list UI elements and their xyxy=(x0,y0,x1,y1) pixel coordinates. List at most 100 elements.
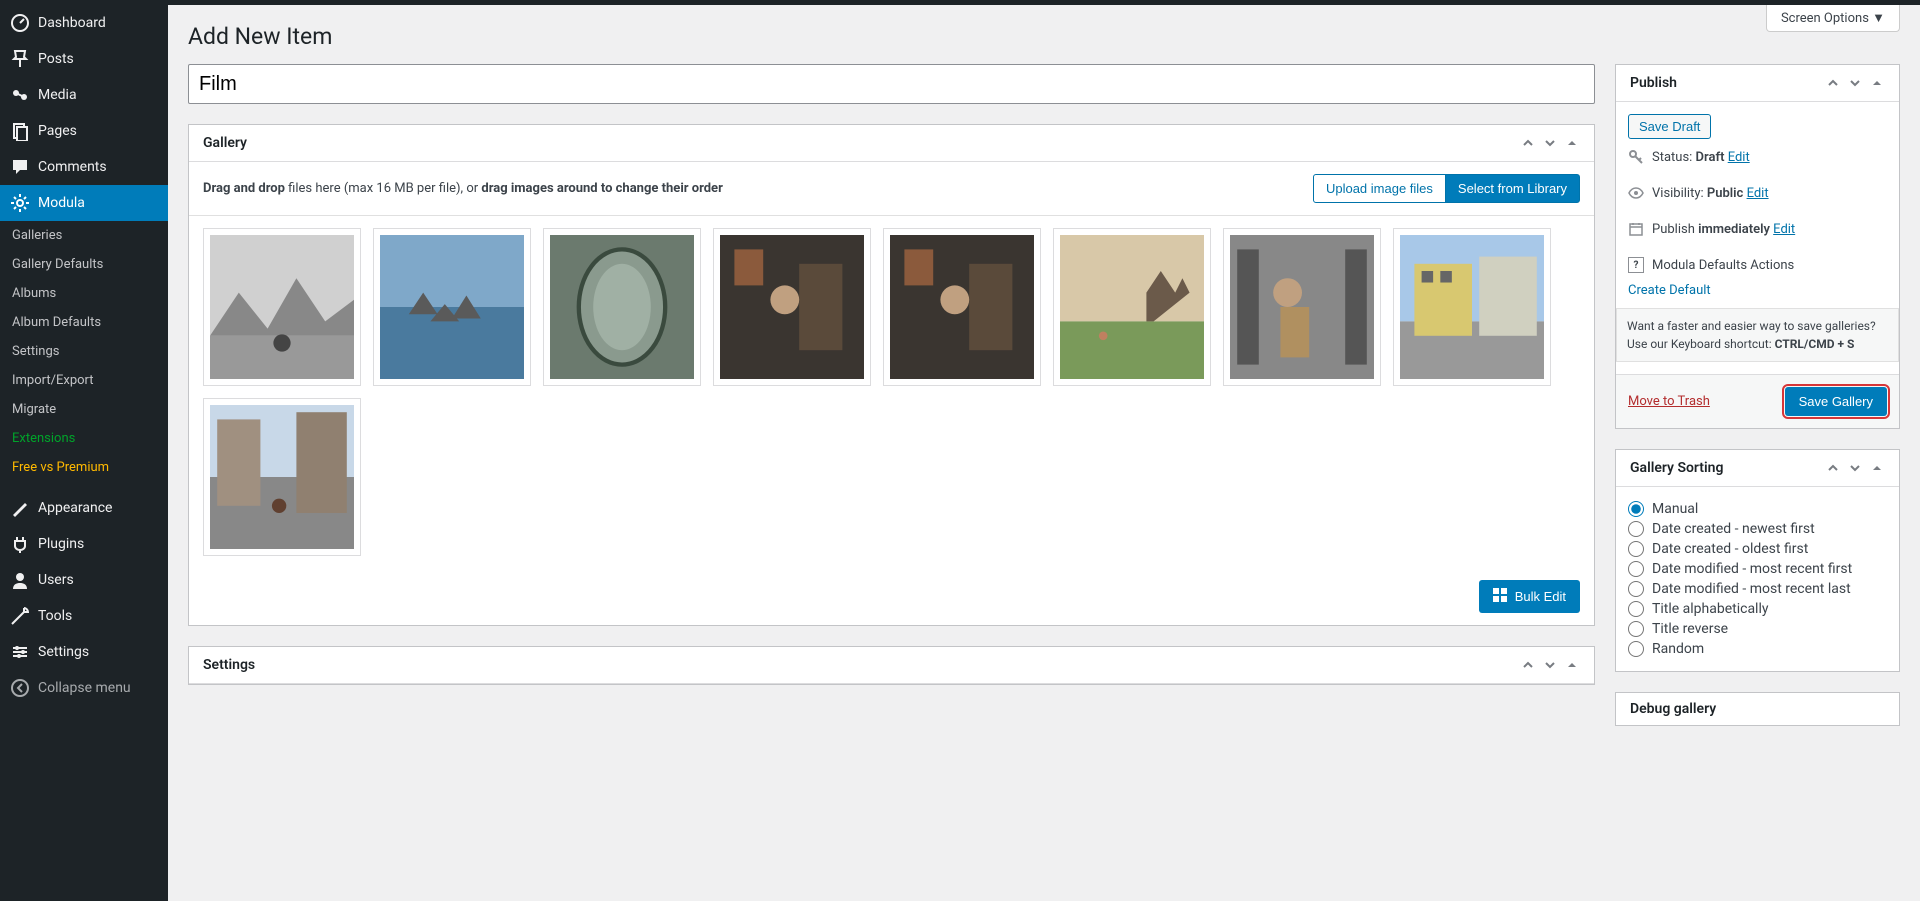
sort-option[interactable]: Random xyxy=(1628,639,1887,659)
caret-up-icon[interactable] xyxy=(1564,135,1580,151)
sidebar-sub-premium[interactable]: Free vs Premium xyxy=(0,453,168,482)
sidebar-label: Posts xyxy=(38,51,74,67)
sidebar-sub-settings[interactable]: Settings xyxy=(0,337,168,366)
sidebar-item-users[interactable]: Users xyxy=(0,562,168,598)
sidebar-label: Pages xyxy=(38,123,77,139)
select-library-button[interactable]: Select from Library xyxy=(1445,174,1580,203)
bulk-edit-label: Bulk Edit xyxy=(1515,589,1566,604)
gallery-image[interactable] xyxy=(543,228,701,386)
hint-bold-2: drag images around to change their order xyxy=(481,181,722,196)
hint-bold-1: Drag and drop xyxy=(203,181,285,196)
caret-up-icon[interactable] xyxy=(1869,75,1885,91)
bulk-edit-button[interactable]: Bulk Edit xyxy=(1479,580,1580,613)
sidebar-sub-galleries[interactable]: Galleries xyxy=(0,221,168,250)
chevron-down-icon[interactable] xyxy=(1542,657,1558,673)
sidebar-label: Comments xyxy=(38,159,107,175)
plug-icon xyxy=(10,534,30,554)
gallery-image[interactable] xyxy=(713,228,871,386)
upload-button[interactable]: Upload image files xyxy=(1313,174,1446,203)
create-default-link[interactable]: Create Default xyxy=(1628,283,1887,298)
status-value: Draft xyxy=(1696,150,1725,165)
sort-option[interactable]: Date created - newest first xyxy=(1628,519,1887,539)
sort-option[interactable]: Date modified - most recent last xyxy=(1628,579,1887,599)
sidebar-item-media[interactable]: Media xyxy=(0,77,168,113)
brush-icon xyxy=(10,498,30,518)
gallery-image[interactable] xyxy=(1393,228,1551,386)
gallery-panel-title: Gallery xyxy=(203,135,247,151)
edit-status-link[interactable]: Edit xyxy=(1728,150,1750,165)
save-draft-button[interactable]: Save Draft xyxy=(1628,114,1711,139)
sort-label: Title reverse xyxy=(1652,621,1728,637)
title-input[interactable] xyxy=(188,64,1595,104)
sidebar-item-collapse[interactable]: Collapse menu xyxy=(0,670,168,706)
page-title: Add New Item xyxy=(188,23,1900,50)
sidebar-label: Media xyxy=(38,87,77,103)
wrench-icon xyxy=(10,606,30,626)
sidebar-item-settings[interactable]: Settings xyxy=(0,634,168,670)
sort-option[interactable]: Date created - oldest first xyxy=(1628,539,1887,559)
sidebar-sub-import-export[interactable]: Import/Export xyxy=(0,366,168,395)
sort-label: Date modified - most recent last xyxy=(1652,581,1851,597)
chevron-down-icon[interactable] xyxy=(1847,460,1863,476)
publish-value: immediately xyxy=(1698,222,1770,237)
sort-label: Title alphabetically xyxy=(1652,601,1769,617)
sidebar-item-modula[interactable]: Modula xyxy=(0,185,168,221)
caret-up-icon[interactable] xyxy=(1564,657,1580,673)
gallery-panel: Gallery Drag and drop files here (max 16… xyxy=(188,124,1595,626)
sidebar-label: Settings xyxy=(38,644,89,660)
gallery-image[interactable] xyxy=(373,228,531,386)
publish-panel: Publish Save Draft Status: Draft Edit xyxy=(1615,64,1900,429)
chevron-down-icon[interactable] xyxy=(1847,75,1863,91)
sidebar-label: Dashboard xyxy=(38,15,106,31)
gallery-image[interactable] xyxy=(203,228,361,386)
media-icon xyxy=(10,85,30,105)
sidebar-label: Modula xyxy=(38,195,85,211)
collapse-icon xyxy=(10,678,30,698)
sidebar-item-comments[interactable]: Comments xyxy=(0,149,168,185)
move-to-trash-link[interactable]: Move to Trash xyxy=(1628,394,1710,409)
sidebar-item-appearance[interactable]: Appearance xyxy=(0,490,168,526)
gallery-image[interactable] xyxy=(1223,228,1381,386)
sidebar-item-tools[interactable]: Tools xyxy=(0,598,168,634)
sidebar-sub-album-defaults[interactable]: Album Defaults xyxy=(0,308,168,337)
sidebar-sub-gallery-defaults[interactable]: Gallery Defaults xyxy=(0,250,168,279)
dashboard-icon xyxy=(10,13,30,33)
grid-icon xyxy=(1493,588,1507,605)
debug-panel-header[interactable]: Debug gallery xyxy=(1615,692,1900,726)
sidebar-item-pages[interactable]: Pages xyxy=(0,113,168,149)
sidebar-sub-albums[interactable]: Albums xyxy=(0,279,168,308)
gallery-image[interactable] xyxy=(203,398,361,556)
gallery-image[interactable] xyxy=(883,228,1041,386)
edit-visibility-link[interactable]: Edit xyxy=(1747,186,1769,201)
sidebar-sub-migrate[interactable]: Migrate xyxy=(0,395,168,424)
screen-options-button[interactable]: Screen Options ▼ xyxy=(1766,5,1900,32)
chevron-up-icon[interactable] xyxy=(1825,75,1841,91)
gallery-image[interactable] xyxy=(1053,228,1211,386)
hint-text: files here (max 16 MB per file), or xyxy=(285,181,481,196)
defaults-label: Modula Defaults Actions xyxy=(1652,258,1794,273)
chevron-down-icon[interactable] xyxy=(1542,135,1558,151)
user-icon xyxy=(10,570,30,590)
sidebar-item-posts[interactable]: Posts xyxy=(0,41,168,77)
caret-up-icon[interactable] xyxy=(1869,460,1885,476)
chevron-up-icon[interactable] xyxy=(1520,135,1536,151)
sidebar-label: Collapse menu xyxy=(38,680,131,696)
chevron-up-icon[interactable] xyxy=(1825,460,1841,476)
sort-option[interactable]: Title alphabetically xyxy=(1628,599,1887,619)
chevron-up-icon[interactable] xyxy=(1520,657,1536,673)
sort-option[interactable]: Manual xyxy=(1628,499,1887,519)
sidebar-label: Plugins xyxy=(38,536,84,552)
sidebar-label: Appearance xyxy=(38,500,112,516)
sort-label: Date created - oldest first xyxy=(1652,541,1808,557)
question-icon: ? xyxy=(1628,257,1644,273)
save-gallery-button[interactable]: Save Gallery xyxy=(1785,387,1887,416)
edit-date-link[interactable]: Edit xyxy=(1773,222,1795,237)
settings-panel-title: Settings xyxy=(203,657,255,673)
calendar-icon xyxy=(1628,221,1644,237)
sidebar-item-plugins[interactable]: Plugins xyxy=(0,526,168,562)
sidebar-sub-extensions[interactable]: Extensions xyxy=(0,424,168,453)
sort-option[interactable]: Date modified - most recent first xyxy=(1628,559,1887,579)
sidebar-item-dashboard[interactable]: Dashboard xyxy=(0,5,168,41)
sort-option[interactable]: Title reverse xyxy=(1628,619,1887,639)
sidebar-label: Users xyxy=(38,572,74,588)
